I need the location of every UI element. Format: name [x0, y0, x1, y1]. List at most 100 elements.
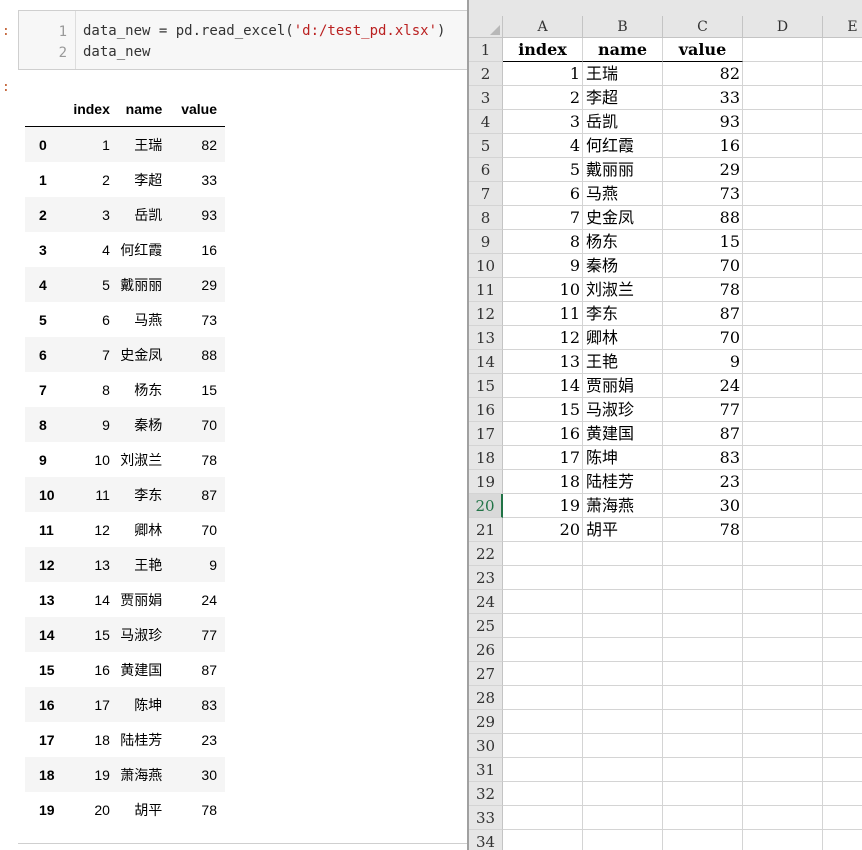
row-header[interactable]: 18: [469, 446, 503, 470]
row-header[interactable]: 21: [469, 518, 503, 542]
sheet-cell[interactable]: 王瑞: [583, 62, 663, 86]
row-header[interactable]: 25: [469, 614, 503, 638]
sheet-cell[interactable]: 马燕: [583, 182, 663, 206]
sheet-cell[interactable]: [663, 758, 743, 782]
sheet-cell[interactable]: 卿林: [583, 326, 663, 350]
sheet-cell[interactable]: [743, 62, 823, 86]
sheet-cell[interactable]: [663, 566, 743, 590]
sheet-cell[interactable]: [583, 782, 663, 806]
sheet-cell[interactable]: [583, 686, 663, 710]
sheet-cell[interactable]: [823, 686, 862, 710]
sheet-cell[interactable]: [823, 134, 862, 158]
sheet-cell[interactable]: [503, 542, 583, 566]
sheet-cell[interactable]: [583, 638, 663, 662]
sheet-cell[interactable]: [823, 182, 862, 206]
sheet-cell[interactable]: [743, 494, 823, 518]
sheet-cell[interactable]: [743, 254, 823, 278]
sheet-cell[interactable]: 83: [663, 446, 743, 470]
sheet-cell[interactable]: [823, 326, 862, 350]
sheet-cell[interactable]: 戴丽丽: [583, 158, 663, 182]
sheet-cell[interactable]: 24: [663, 374, 743, 398]
sheet-cell[interactable]: [743, 38, 823, 62]
sheet-cell[interactable]: [743, 470, 823, 494]
sheet-cell[interactable]: [503, 782, 583, 806]
row-header[interactable]: 23: [469, 566, 503, 590]
row-header[interactable]: 31: [469, 758, 503, 782]
column-header-e[interactable]: E: [823, 16, 862, 38]
sheet-cell[interactable]: [743, 398, 823, 422]
sheet-cell[interactable]: [823, 230, 862, 254]
row-header[interactable]: 10: [469, 254, 503, 278]
row-header[interactable]: 24: [469, 590, 503, 614]
sheet-cell[interactable]: [823, 710, 862, 734]
code-cell[interactable]: 1 2 data_new = pd.read_excel('d:/test_pd…: [18, 10, 467, 70]
sheet-cell[interactable]: [663, 782, 743, 806]
row-header[interactable]: 27: [469, 662, 503, 686]
sheet-cell[interactable]: 萧海燕: [583, 494, 663, 518]
row-header[interactable]: 29: [469, 710, 503, 734]
sheet-cell[interactable]: [823, 590, 862, 614]
sheet-cell[interactable]: 82: [663, 62, 743, 86]
sheet-cell[interactable]: [823, 374, 862, 398]
sheet-cell[interactable]: [503, 734, 583, 758]
sheet-cell[interactable]: [663, 590, 743, 614]
row-header[interactable]: 28: [469, 686, 503, 710]
sheet-cell[interactable]: [663, 614, 743, 638]
sheet-cell[interactable]: [743, 758, 823, 782]
column-header-a[interactable]: A: [503, 16, 583, 38]
sheet-cell[interactable]: [583, 614, 663, 638]
row-header[interactable]: 32: [469, 782, 503, 806]
sheet-cell[interactable]: 5: [503, 158, 583, 182]
sheet-cell[interactable]: [583, 590, 663, 614]
sheet-cell[interactable]: 1: [503, 62, 583, 86]
sheet-cell[interactable]: [743, 278, 823, 302]
sheet-cell[interactable]: [823, 518, 862, 542]
row-header[interactable]: 19: [469, 470, 503, 494]
row-header[interactable]: 9: [469, 230, 503, 254]
sheet-cell[interactable]: [663, 830, 743, 850]
sheet-cell[interactable]: value: [663, 38, 743, 62]
sheet-cell[interactable]: 杨东: [583, 230, 663, 254]
sheet-cell[interactable]: [503, 566, 583, 590]
sheet-cell[interactable]: 岳凯: [583, 110, 663, 134]
sheet-cell[interactable]: 29: [663, 158, 743, 182]
sheet-cell[interactable]: 78: [663, 278, 743, 302]
column-header-b[interactable]: B: [583, 16, 663, 38]
row-header[interactable]: 34: [469, 830, 503, 850]
sheet-cell[interactable]: 12: [503, 326, 583, 350]
row-header[interactable]: 15: [469, 374, 503, 398]
sheet-cell[interactable]: 87: [663, 422, 743, 446]
row-header[interactable]: 3: [469, 86, 503, 110]
sheet-cell[interactable]: 王艳: [583, 350, 663, 374]
sheet-cell[interactable]: 33: [663, 86, 743, 110]
sheet-cell[interactable]: [743, 566, 823, 590]
sheet-cell[interactable]: [503, 710, 583, 734]
sheet-cell[interactable]: [823, 542, 862, 566]
column-header-c[interactable]: C: [663, 16, 743, 38]
sheet-cell[interactable]: [823, 206, 862, 230]
sheet-cell[interactable]: [663, 662, 743, 686]
sheet-cell[interactable]: [743, 158, 823, 182]
sheet-cell[interactable]: [743, 182, 823, 206]
row-header[interactable]: 11: [469, 278, 503, 302]
sheet-cell[interactable]: [503, 830, 583, 850]
row-header[interactable]: 2: [469, 62, 503, 86]
sheet-cell[interactable]: [583, 710, 663, 734]
sheet-cell[interactable]: [823, 254, 862, 278]
sheet-cell[interactable]: 16: [663, 134, 743, 158]
sheet-cell[interactable]: [663, 686, 743, 710]
sheet-cell[interactable]: 70: [663, 326, 743, 350]
sheet-cell[interactable]: [743, 806, 823, 830]
sheet-cell[interactable]: [583, 758, 663, 782]
sheet-cell[interactable]: [743, 638, 823, 662]
sheet-cell[interactable]: [503, 686, 583, 710]
sheet-cell[interactable]: [823, 86, 862, 110]
sheet-cell[interactable]: 70: [663, 254, 743, 278]
sheet-cell[interactable]: [823, 446, 862, 470]
sheet-cell[interactable]: 30: [663, 494, 743, 518]
row-header[interactable]: 16: [469, 398, 503, 422]
sheet-cell[interactable]: [823, 830, 862, 850]
row-header[interactable]: 14: [469, 350, 503, 374]
sheet-cell[interactable]: [743, 518, 823, 542]
sheet-cell[interactable]: [743, 830, 823, 850]
